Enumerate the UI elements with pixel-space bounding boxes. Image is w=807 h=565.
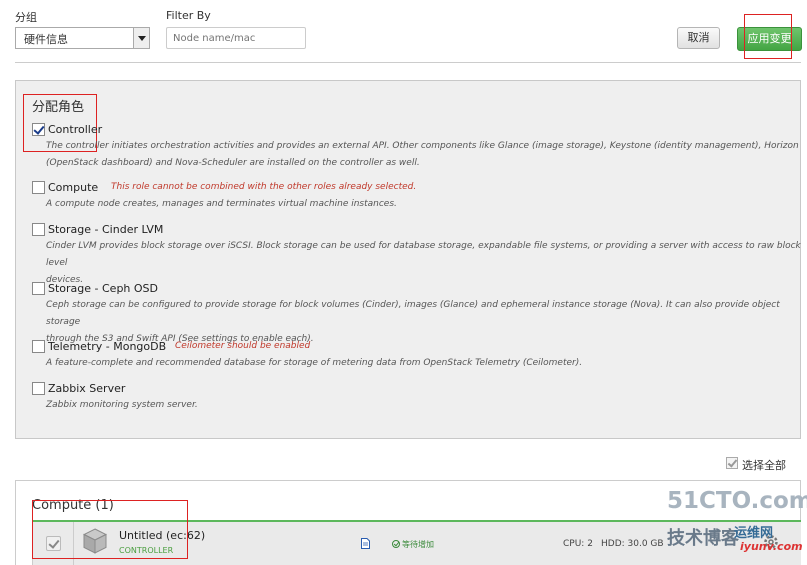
node-cpu: CPU: 2 — [563, 539, 593, 549]
node-role: CONTROLLER — [119, 546, 174, 555]
role-name-telemetry-mongodb[interactable]: Telemetry - MongoDB — [48, 340, 166, 353]
roles-title: 分配角色 — [32, 100, 85, 115]
role-description-line: Zabbix monitoring system server. — [46, 400, 198, 410]
watermark-text: 51CTO.com — [667, 488, 807, 514]
role-checkbox-telemetry-mongodb[interactable] — [32, 340, 45, 353]
role-checkbox-controller[interactable] — [32, 123, 45, 136]
role-name-controller[interactable]: Controller — [48, 123, 102, 136]
role-description-zabbix-server: Zabbix monitoring system server. — [46, 397, 198, 414]
role-name-zabbix-server[interactable]: Zabbix Server — [48, 382, 125, 395]
role-name-compute[interactable]: Compute — [48, 181, 98, 194]
role-checkbox-ceph-osd[interactable] — [32, 282, 45, 295]
node-hdd: HDD: 30.0 GB — [601, 539, 664, 549]
role-name-ceph-osd[interactable]: Storage - Ceph OSD — [48, 282, 158, 295]
role-warning-compute: This role cannot be combined with the ot… — [111, 182, 417, 192]
node-checkbox[interactable] — [46, 536, 61, 551]
divider — [73, 522, 74, 565]
group-select-value: 硬件信息 — [24, 33, 68, 46]
role-description-line: A feature-complete and recommended datab… — [46, 358, 583, 368]
divider — [15, 62, 801, 63]
role-checkbox-cinder-lvm[interactable] — [32, 223, 45, 236]
role-description-telemetry-mongodb: A feature-complete and recommended datab… — [46, 355, 582, 372]
role-warning-telemetry-mongodb: Ceilometer should be enabled — [175, 341, 311, 351]
node-name[interactable]: Untitled (ec:62) — [119, 529, 205, 542]
role-description-line: devices. — [46, 275, 84, 285]
role-description-line: Ceph storage can be configured to provid… — [46, 300, 780, 327]
cancel-button[interactable]: 取消 — [677, 27, 720, 49]
node-group-title: Compute (1) — [32, 498, 114, 513]
check-circle-icon — [392, 540, 400, 548]
role-checkbox-compute[interactable] — [32, 181, 45, 194]
filter-label: Filter By — [166, 9, 211, 22]
watermark-text: 运维网 — [734, 526, 774, 541]
chevron-down-icon[interactable] — [133, 28, 149, 48]
role-checkbox-zabbix-server[interactable] — [32, 382, 45, 395]
server-box-icon — [83, 528, 107, 554]
role-description-controller: The controller initiates orchestration a… — [46, 138, 799, 172]
role-description-line: A compute node creates, manages and term… — [46, 199, 397, 209]
apply-changes-button[interactable]: 应用变更 — [737, 27, 802, 51]
select-all-checkbox[interactable] — [726, 457, 738, 469]
filter-input[interactable] — [166, 27, 306, 49]
role-description-line: The controller initiates orchestration a… — [46, 141, 799, 151]
role-name-cinder-lvm[interactable]: Storage - Cinder LVM — [48, 223, 163, 236]
group-select[interactable]: 硬件信息 — [15, 27, 150, 49]
node-status-text: 等待增加 — [402, 540, 434, 549]
role-description-line: Cinder LVM provides block storage over i… — [46, 241, 801, 268]
role-description-line: (OpenStack dashboard) and Nova-Scheduler… — [46, 158, 420, 168]
node-status: 等待增加 — [392, 539, 434, 550]
select-all-label[interactable]: 选择全部 — [742, 457, 786, 473]
role-description-compute: A compute node creates, manages and term… — [46, 196, 397, 213]
watermark-text: 技术博客 — [667, 528, 739, 549]
group-label: 分组 — [15, 11, 37, 24]
watermark-text: iyunv.com — [740, 540, 803, 553]
role-description-cinder-lvm: Cinder LVM provides block storage over i… — [46, 238, 807, 289]
document-icon[interactable] — [361, 538, 370, 549]
